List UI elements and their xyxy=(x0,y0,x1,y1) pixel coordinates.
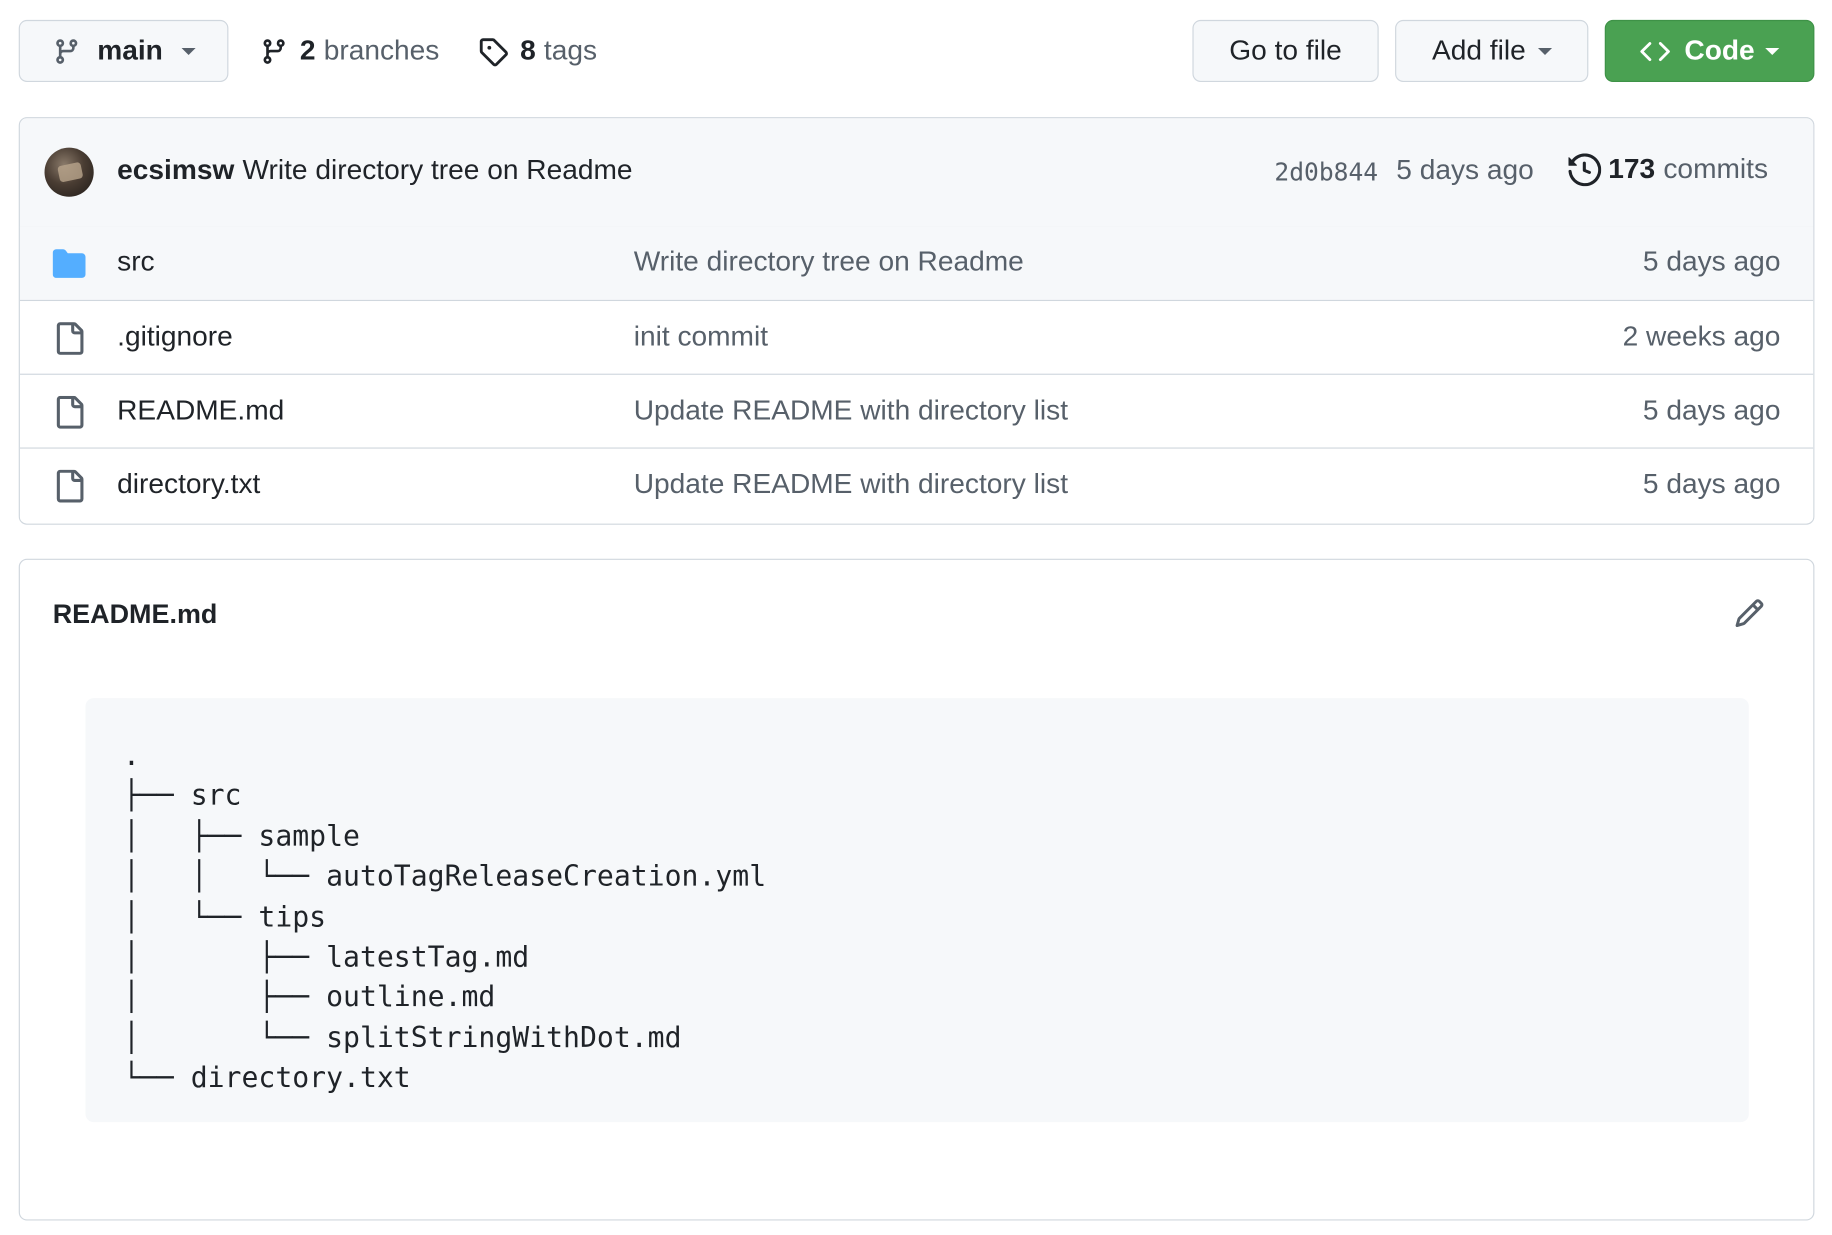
repo-page: main 2 branches 8 tags Go to file Add fi… xyxy=(0,0,1832,1235)
file-icon xyxy=(56,395,84,429)
git-branch-icon xyxy=(263,38,285,64)
file-row-directory-txt[interactable]: directory.txt Update README with directo… xyxy=(19,447,1814,522)
file-commit-message-link[interactable]: Write directory tree on Readme xyxy=(634,246,1024,279)
code-icon xyxy=(1640,41,1670,61)
file-row-gitignore[interactable]: .gitignore init commit 2 weeks ago xyxy=(19,299,1814,374)
file-commit-message-link[interactable]: init commit xyxy=(634,321,768,354)
commit-time: 5 days ago xyxy=(1396,154,1534,187)
add-file-label: Add file xyxy=(1431,34,1526,67)
branch-selector-button[interactable]: main xyxy=(18,19,229,82)
commit-sha-link[interactable]: 2d0b844 xyxy=(1274,158,1378,186)
file-commit-message-link[interactable]: Update README with directory list xyxy=(634,469,1068,502)
file-icon xyxy=(56,469,84,503)
go-to-file-button[interactable]: Go to file xyxy=(1192,19,1379,82)
chevron-down-icon xyxy=(1765,47,1780,55)
tags-count: 8 xyxy=(520,34,536,67)
file-name-link[interactable]: directory.txt xyxy=(117,469,260,502)
code-label: Code xyxy=(1684,34,1755,67)
file-age: 2 weeks ago xyxy=(1622,320,1781,353)
file-name-link[interactable]: README.md xyxy=(117,395,284,428)
repo-toolbar: main 2 branches 8 tags Go to file Add fi… xyxy=(18,19,1815,84)
git-branch-icon xyxy=(56,38,78,64)
readme-panel: README.md . ├── src │ ├── sample │ │ └──… xyxy=(18,558,1815,1221)
author-avatar[interactable] xyxy=(44,147,94,197)
commit-message-link[interactable]: Write directory tree on Readme xyxy=(242,155,632,188)
folder-icon xyxy=(52,249,86,278)
file-name-link[interactable]: src xyxy=(117,246,154,279)
file-row-readme[interactable]: README.md Update README with directory l… xyxy=(19,373,1814,448)
file-list: ecsimsw Write directory tree on Readme 2… xyxy=(18,117,1815,525)
chevron-down-icon xyxy=(181,47,196,55)
add-file-button[interactable]: Add file xyxy=(1395,19,1589,82)
file-age: 5 days ago xyxy=(1642,245,1781,278)
branch-name: main xyxy=(97,34,163,67)
file-age: 5 days ago xyxy=(1642,468,1781,501)
branches-label: branches xyxy=(323,34,440,67)
code-button[interactable]: Code xyxy=(1604,19,1815,82)
file-age: 5 days ago xyxy=(1642,394,1781,427)
directory-tree-text: . ├── src │ ├── sample │ │ └── autoTagRe… xyxy=(122,739,767,1095)
edit-readme-button[interactable] xyxy=(1734,597,1766,634)
tag-icon xyxy=(479,37,508,66)
commit-author-link[interactable]: ecsimsw xyxy=(117,155,234,188)
file-name-link[interactable]: .gitignore xyxy=(117,321,233,354)
tags-label: tags xyxy=(543,34,598,67)
file-row-src[interactable]: src Write directory tree on Readme 5 day… xyxy=(19,226,1814,300)
branches-link[interactable]: 2 branches xyxy=(260,20,439,82)
latest-commit-bar: ecsimsw Write directory tree on Readme 2… xyxy=(19,118,1814,228)
commits-count: 173 xyxy=(1608,153,1656,186)
file-commit-message-link[interactable]: Update README with directory list xyxy=(634,395,1068,428)
commits-history-link[interactable]: 173 commits xyxy=(1568,153,1769,187)
pencil-icon xyxy=(1735,599,1764,628)
history-icon xyxy=(1568,153,1602,187)
commits-label: commits xyxy=(1663,153,1769,186)
file-icon xyxy=(56,322,84,355)
directory-tree-codeblock: . ├── src │ ├── sample │ │ └── autoTagRe… xyxy=(85,698,1749,1123)
chevron-down-icon xyxy=(1537,47,1552,55)
tags-link[interactable]: 8 tags xyxy=(478,20,597,82)
branches-count: 2 xyxy=(299,34,316,67)
readme-title-link[interactable]: README.md xyxy=(53,599,218,631)
